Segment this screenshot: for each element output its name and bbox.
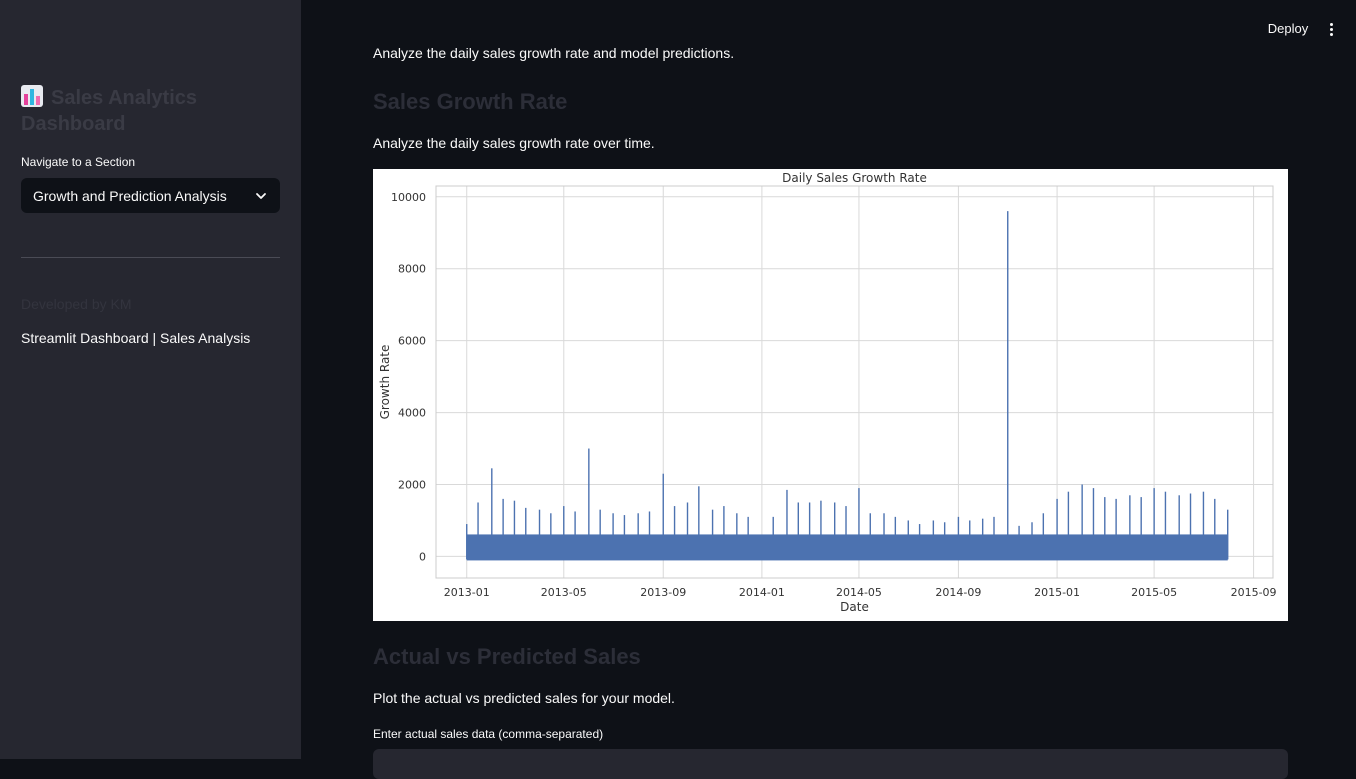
y-tick-label: 10000 (391, 191, 426, 204)
chart-title: Daily Sales Growth Rate (782, 171, 927, 185)
x-tick-label: 2013-05 (541, 586, 587, 599)
nav-label: Navigate to a Section (21, 155, 136, 169)
x-tick-label: 2014-01 (739, 586, 785, 599)
y-axis-label: Growth Rate (378, 345, 392, 420)
y-tick-label: 6000 (398, 335, 426, 348)
sidebar-divider (21, 257, 280, 258)
x-tick-label: 2014-05 (836, 586, 882, 599)
y-tick-label: 4000 (398, 407, 426, 420)
growth-heading: Sales Growth Rate (373, 89, 568, 114)
x-tick-label: 2015-05 (1131, 586, 1177, 599)
sidebar-title-text: Sales Analytics Dashboard (21, 87, 198, 135)
sidebar: Sales Analytics Dashboard Navigate to a … (0, 0, 301, 759)
bar-chart-icon (21, 85, 43, 107)
sidebar-footer: Streamlit Dashboard | Sales Analysis (21, 330, 251, 346)
deploy-button[interactable]: Deploy (1258, 18, 1318, 40)
section-select[interactable]: Growth and Prediction Analysis (21, 178, 280, 213)
actual-vs-predicted-description: Plot the actual vs predicted sales for y… (373, 690, 675, 706)
chevron-down-icon (256, 192, 266, 199)
section-select-value: Growth and Prediction Analysis (33, 187, 227, 204)
growth-rate-chart: 2013-01 2013-05 2013-09 2014-01 2014-05 2014-… (378, 171, 1277, 614)
growth-description: Analyze the daily sales growth rate over… (373, 135, 655, 151)
y-tick-label: 0 (419, 550, 426, 563)
x-tick-label: 2013-09 (640, 586, 686, 599)
actual-sales-input[interactable] (373, 749, 1288, 779)
developed-by-text: Developed by KM (21, 296, 132, 312)
sidebar-title: Sales Analytics Dashboard (21, 85, 261, 137)
growth-chart-container: 2013-01 2013-05 2013-09 2014-01 2014-05 2014-… (373, 169, 1288, 621)
kebab-menu-icon[interactable] (1322, 18, 1340, 40)
intro-text: Analyze the daily sales growth rate and … (373, 45, 735, 61)
x-tick-label: 2014-09 (935, 586, 981, 599)
actual-sales-input-label: Enter actual sales data (comma-separated… (373, 727, 604, 741)
y-tick-label: 8000 (398, 263, 426, 276)
x-axis-label: Date (840, 600, 869, 614)
x-tick-label: 2015-01 (1034, 586, 1080, 599)
plot-frame (435, 185, 1274, 579)
actual-vs-predicted-heading: Actual vs Predicted Sales (373, 644, 641, 669)
x-tick-label: 2013-01 (444, 586, 490, 599)
series-noise-band (466, 534, 1228, 561)
x-tick-label: 2015-09 (1231, 586, 1277, 599)
y-tick-label: 2000 (398, 478, 426, 491)
